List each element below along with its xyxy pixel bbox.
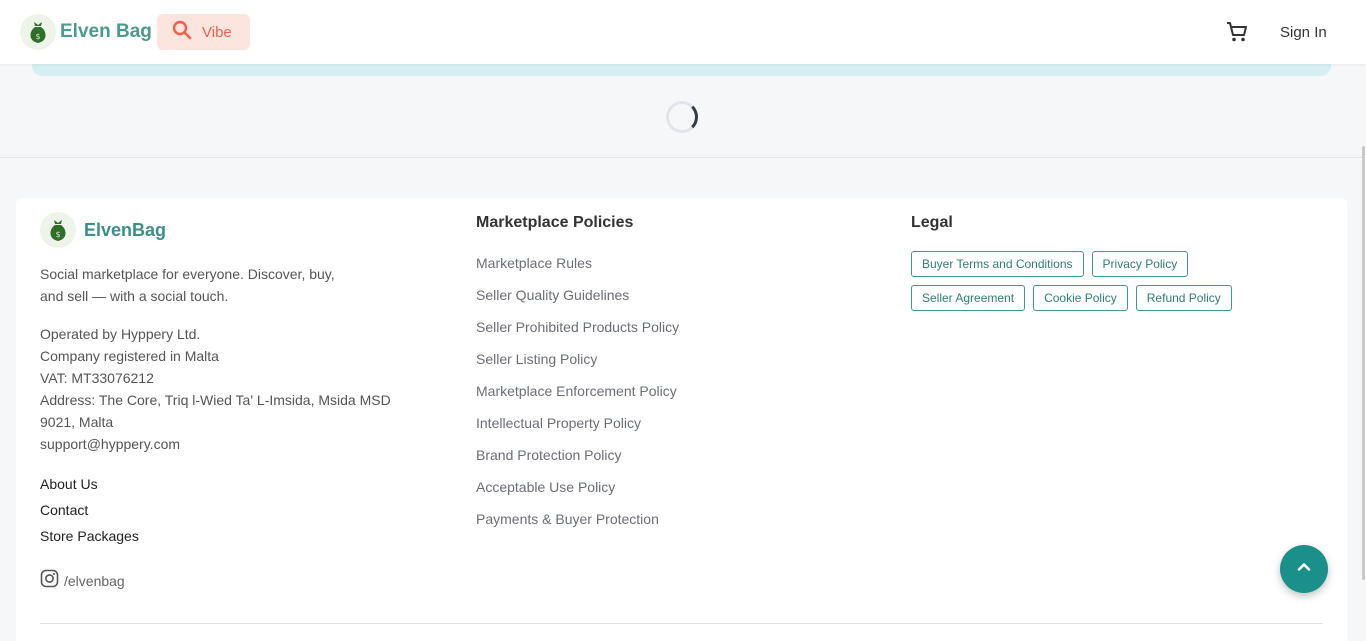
- footer-divider: [40, 623, 1323, 624]
- company-operator: Operated by Hyppery Ltd.: [40, 326, 201, 342]
- loading-spinner-icon: [666, 101, 698, 133]
- policy-link-marketplace-rules[interactable]: Marketplace Rules: [476, 247, 679, 279]
- policy-link-seller-quality[interactable]: Seller Quality Guidelines: [476, 279, 679, 311]
- legal-link-refund-policy[interactable]: Refund Policy: [1135, 285, 1232, 311]
- contact-link[interactable]: Contact: [40, 497, 139, 523]
- policies-heading: Marketplace Policies: [476, 214, 634, 231]
- legal-link-cookie-policy[interactable]: Cookie Policy: [1033, 285, 1128, 311]
- section-divider: [0, 157, 1366, 158]
- scrollbar-thumb[interactable]: [1362, 146, 1365, 580]
- policy-link-seller-listing[interactable]: Seller Listing Policy: [476, 343, 679, 375]
- search-icon: [172, 20, 192, 45]
- shopping-cart-icon[interactable]: [1225, 20, 1249, 44]
- top-navbar: $ Elven Bag Vibe Sign In: [0, 0, 1366, 64]
- company-info: Operated by Hyppery Ltd. Company registe…: [40, 323, 420, 455]
- company-registration: Company registered in Malta: [40, 348, 219, 364]
- policy-link-intellectual-property[interactable]: Intellectual Property Policy: [476, 407, 679, 439]
- footer-brand-name: ElvenBag: [84, 219, 167, 240]
- legal-link-seller-agreement[interactable]: Seller Agreement: [911, 285, 1026, 311]
- footer-tagline: Social marketplace for everyone. Discove…: [40, 266, 335, 304]
- policy-link-brand-protection[interactable]: Brand Protection Policy: [476, 439, 679, 471]
- money-bag-icon: $: [40, 212, 76, 248]
- legal-link-privacy-policy[interactable]: Privacy Policy: [1091, 251, 1189, 277]
- policy-link-enforcement[interactable]: Marketplace Enforcement Policy: [476, 375, 679, 407]
- legal-link-buyer-terms[interactable]: Buyer Terms and Conditions: [911, 251, 1084, 277]
- vibe-button[interactable]: Vibe: [157, 14, 250, 50]
- legal-links: Buyer Terms and Conditions Privacy Policy…: [911, 251, 1271, 319]
- policy-link-prohibited-products[interactable]: Seller Prohibited Products Policy: [476, 311, 679, 343]
- money-bag-icon: $: [20, 14, 56, 50]
- instagram-icon: [40, 569, 59, 593]
- scroll-to-top-button[interactable]: [1280, 545, 1328, 593]
- company-vat: VAT: MT33076212: [40, 370, 154, 386]
- company-email[interactable]: support@hyppery.com: [40, 433, 420, 455]
- chevron-up-icon: [1295, 558, 1313, 581]
- policy-link-payments-protection[interactable]: Payments & Buyer Protection: [476, 503, 679, 535]
- logo-link[interactable]: $ Elven Bag: [20, 14, 152, 50]
- brand-name: Elven Bag: [60, 21, 152, 42]
- policy-link-acceptable-use[interactable]: Acceptable Use Policy: [476, 471, 679, 503]
- svg-text:$: $: [35, 32, 40, 41]
- vibe-label: Vibe: [202, 23, 232, 41]
- about-us-link[interactable]: About Us: [40, 471, 139, 497]
- instagram-link[interactable]: /elvenbag: [40, 569, 125, 593]
- svg-text:$: $: [55, 230, 60, 239]
- footer-logo[interactable]: $ ElvenBag: [40, 212, 166, 248]
- footer-links: About Us Contact Store Packages: [40, 471, 139, 549]
- footer: $ ElvenBag Social marketplace for everyo…: [16, 198, 1347, 641]
- company-address: Address: The Core, Triq l-Wied Ta' L-Ims…: [40, 392, 391, 430]
- legal-heading: Legal: [911, 214, 953, 231]
- sign-in-link[interactable]: Sign In: [1280, 24, 1327, 41]
- store-packages-link[interactable]: Store Packages: [40, 523, 139, 549]
- policies-list: Marketplace Rules Seller Quality Guideli…: [476, 247, 679, 535]
- instagram-handle: /elvenbag: [64, 573, 125, 589]
